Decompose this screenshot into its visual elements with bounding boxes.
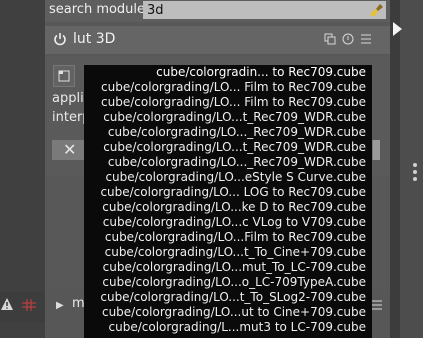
module-title: lut 3D bbox=[73, 31, 116, 47]
panel-scroll-gutter bbox=[390, 0, 400, 338]
grid-icon[interactable] bbox=[22, 299, 36, 311]
hamburger-icon[interactable] bbox=[360, 33, 372, 45]
dropdown-item[interactable]: cube/colorgrading/LO...c VLog to V709.cu… bbox=[84, 215, 372, 230]
search-module-input[interactable] bbox=[143, 1, 386, 19]
dropdown-item[interactable]: cube/colorgrading/LO...t_Rec709_WDR.cube bbox=[84, 140, 372, 155]
dropdown-item[interactable]: cube/colorgrading/LO... Film to Rec709.c… bbox=[84, 80, 372, 95]
dropdown-item[interactable]: cube/colorgrading/LO...ke D to Rec709.cu… bbox=[84, 200, 372, 215]
dropdown-item[interactable]: cube/colorgrading/LO...o_LC-709TypeA.cub… bbox=[84, 275, 372, 290]
warning-icon[interactable] bbox=[0, 297, 14, 311]
reset-icon[interactable] bbox=[342, 33, 354, 45]
dropdown-item[interactable]: cube/colorgrading/LO..._Rec709_WDR.cube bbox=[84, 155, 372, 170]
expand-arrow-icon[interactable]: ▶ bbox=[56, 300, 64, 311]
dropdown-item[interactable]: cube/colorgrading/LO...Film to Rec709.cu… bbox=[84, 230, 372, 245]
power-icon[interactable] bbox=[53, 32, 67, 46]
dropdown-item[interactable]: cube/colorgrading/LO...ut to Cine+709.cu… bbox=[84, 305, 372, 320]
collapse-panel-arrow-icon[interactable] bbox=[393, 22, 402, 36]
presets-icon[interactable] bbox=[324, 33, 336, 45]
bottom-module-label: m bbox=[72, 296, 85, 311]
dropdown-item[interactable]: cube/colorgrading/LO... LOG to Rec709.cu… bbox=[84, 185, 372, 200]
right-edge-strip bbox=[400, 0, 423, 338]
panel-drag-handle[interactable] bbox=[413, 163, 417, 184]
dropdown-item[interactable]: cube/colorgrading/LO..._Rec709_WDR.cube bbox=[84, 125, 372, 140]
left-panel-edge bbox=[0, 0, 45, 338]
dropdown-item[interactable]: cube/colorgrading/L...mut3 to LC-709.cub… bbox=[84, 320, 372, 335]
scrollbar[interactable] bbox=[373, 140, 380, 160]
search-module-label: search module bbox=[49, 2, 146, 17]
close-icon[interactable]: ✕ bbox=[63, 141, 76, 159]
dropdown-item[interactable]: cube/colorgrading/LO...mut_To_LC-709.cub… bbox=[84, 260, 372, 275]
dropdown-item[interactable]: cube/colorgrading/LO...t_Rec709_WDR.cube bbox=[84, 110, 372, 125]
folder-icon bbox=[58, 70, 70, 82]
lut-file-dropdown[interactable]: cube/colorgradin... to Rec709.cube cube/c… bbox=[84, 65, 372, 338]
dot-icon bbox=[413, 177, 417, 181]
dot-icon bbox=[413, 170, 417, 174]
dropdown-item[interactable]: cube/colorgrading/LO...t_To_SLog2-709.cu… bbox=[84, 290, 372, 305]
hamburger-icon[interactable] bbox=[372, 300, 382, 310]
dot-icon bbox=[413, 163, 417, 167]
dropdown-item[interactable]: cube/colorgrading/LO...eStyle S Curve.cu… bbox=[84, 170, 372, 185]
broom-icon[interactable] bbox=[369, 2, 385, 18]
dropdown-item[interactable]: cube/colorgradin... to Rec709.cube bbox=[84, 65, 372, 80]
dropdown-item[interactable]: cube/colorgrading/LO... Film to Rec709.c… bbox=[84, 95, 372, 110]
dropdown-item[interactable]: cube/colorgrading/LO...t_To_Cine+709.cub… bbox=[84, 245, 372, 260]
file-select-button[interactable] bbox=[53, 65, 75, 87]
